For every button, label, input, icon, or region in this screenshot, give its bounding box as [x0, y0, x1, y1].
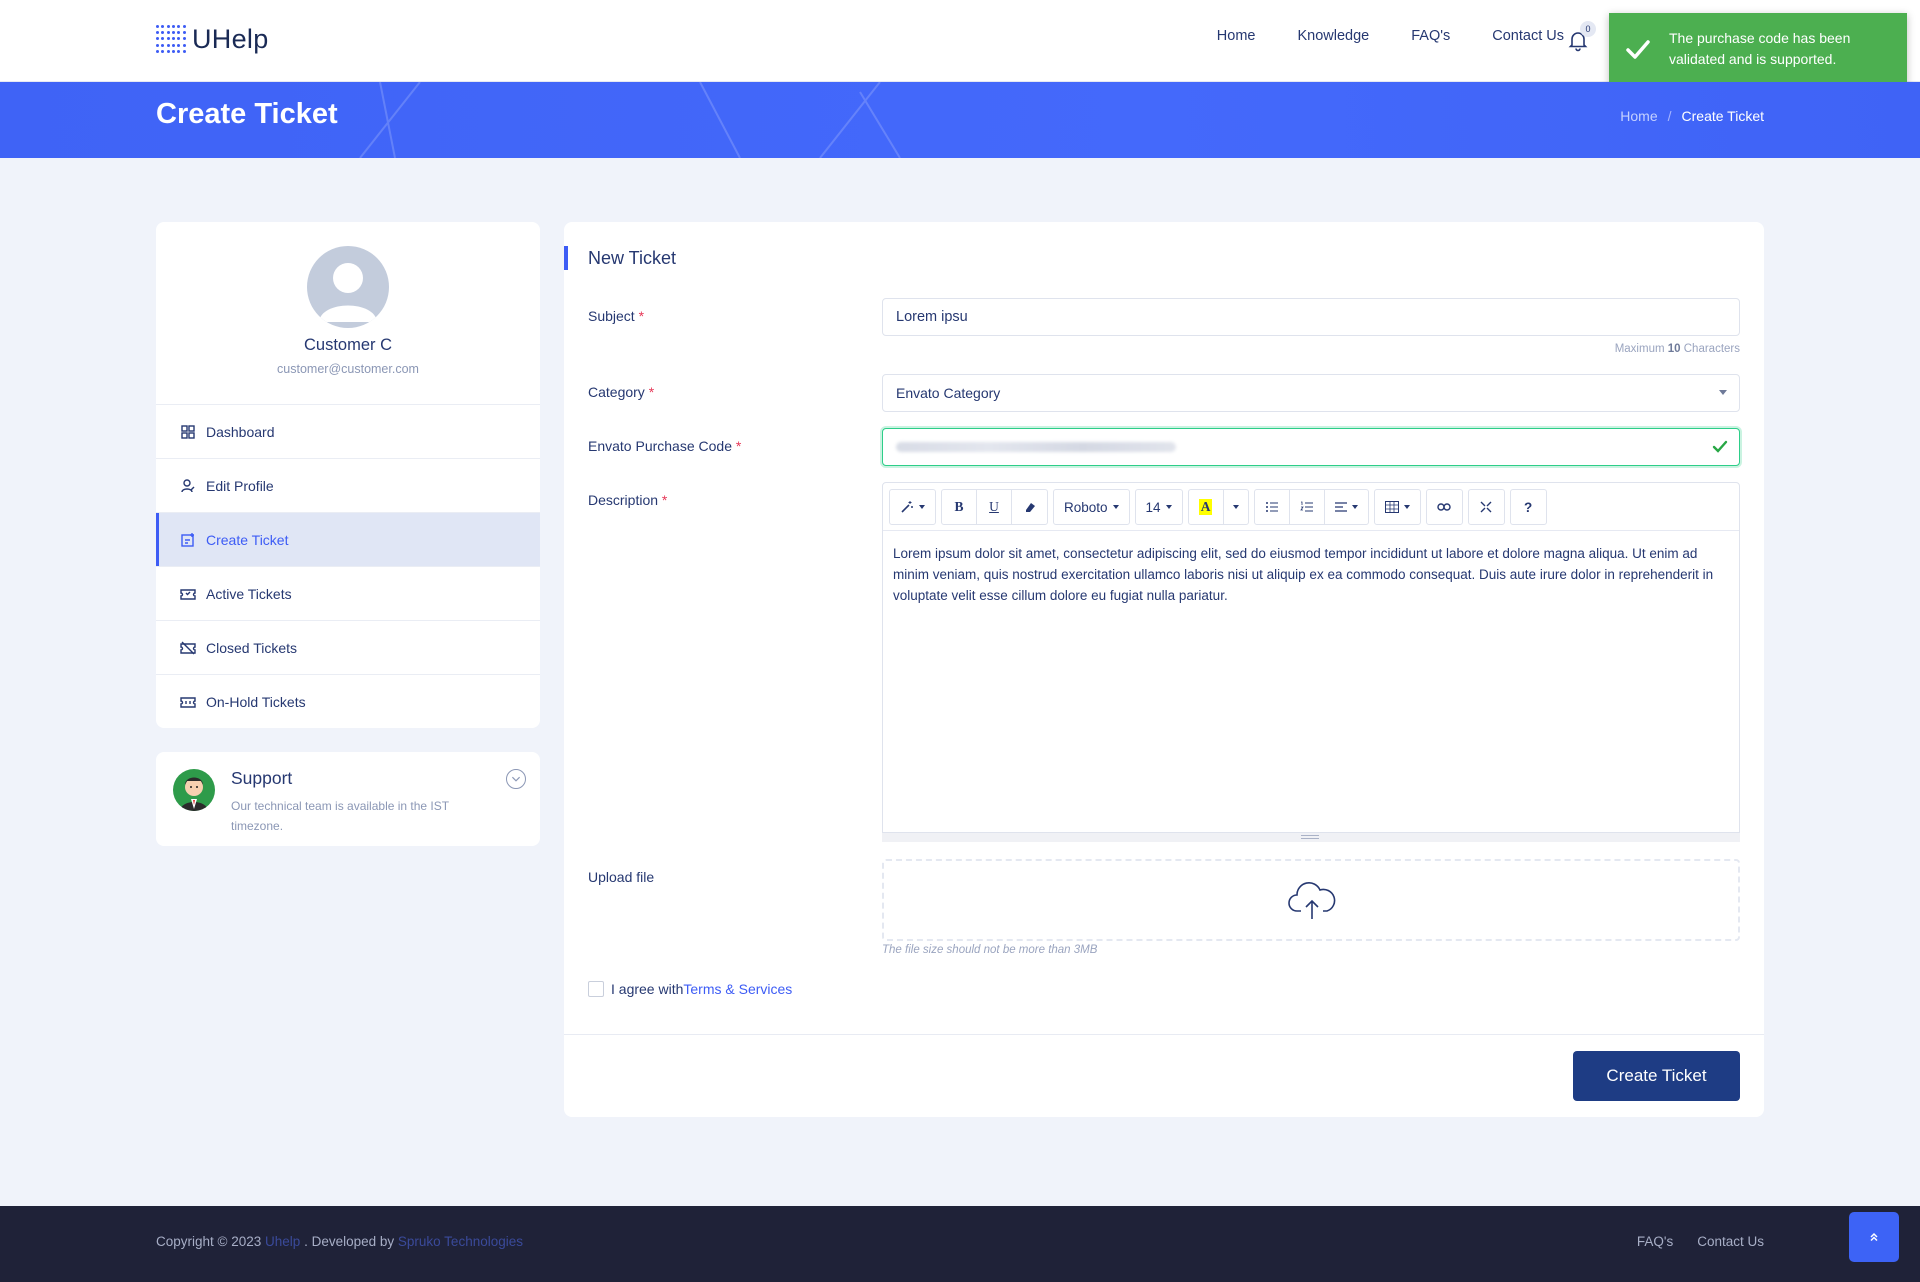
text-color-button[interactable]: A — [1189, 490, 1224, 524]
nav-home[interactable]: Home — [1217, 28, 1256, 44]
align-icon[interactable] — [1325, 490, 1368, 524]
ticket-closed-icon — [180, 641, 196, 654]
sidebar-item-dashboard[interactable]: Dashboard — [156, 404, 540, 458]
help-button[interactable]: ? — [1511, 490, 1546, 524]
cloud-upload-icon — [1288, 881, 1336, 919]
nav-knowledge[interactable]: Knowledge — [1297, 28, 1369, 44]
double-chevron-up-icon — [1870, 1232, 1878, 1242]
sidebar-item-label: Create Ticket — [206, 531, 289, 548]
upload-label: Upload file — [588, 869, 655, 885]
subject-input[interactable]: Lorem ipsu — [882, 298, 1740, 336]
card-title: New Ticket — [564, 246, 676, 270]
footer-link-faqs[interactable]: FAQ's — [1637, 1234, 1673, 1249]
text-color-icon: A — [1198, 499, 1213, 515]
sidebar-item-edit-profile[interactable]: Edit Profile — [156, 458, 540, 512]
category-label: Category * — [588, 384, 655, 400]
check-icon — [1712, 440, 1728, 453]
customer-email: customer@customer.com — [277, 362, 419, 376]
font-family-dropdown[interactable]: Roboto — [1054, 490, 1129, 524]
brand-link[interactable]: Uhelp — [265, 1234, 300, 1249]
purchase-code-input[interactable] — [882, 428, 1740, 466]
rich-text-editor[interactable]: B U Roboto 14 A ? Lorem ipsum dolor sit … — [882, 482, 1740, 842]
file-upload-dropzone[interactable] — [882, 859, 1740, 941]
check-icon — [1626, 40, 1650, 59]
magic-wand-icon[interactable] — [890, 490, 935, 524]
sidebar-item-create-ticket[interactable]: Create Ticket — [156, 512, 540, 566]
footer-links: FAQ's Contact Us — [1637, 1234, 1764, 1249]
table-icon[interactable] — [1375, 490, 1420, 524]
sidebar-item-label: Edit Profile — [206, 477, 274, 494]
eraser-icon[interactable] — [1012, 490, 1047, 524]
terms-agreement: I agree with Terms & Services — [588, 981, 792, 997]
page-footer: Copyright © 2023 Uhelp . Developed by Sp… — [0, 1206, 1920, 1282]
support-card: Support Our technical team is available … — [156, 752, 540, 846]
support-agent-avatar — [173, 769, 215, 811]
nav-links: Home Knowledge FAQ's Contact Us — [1217, 28, 1564, 44]
editor-resize-handle[interactable] — [882, 832, 1740, 842]
breadcrumb: Home / Create Ticket — [1620, 108, 1764, 124]
editor-toolbar: B U Roboto 14 A ? — [883, 483, 1739, 531]
category-select[interactable]: Envato Category — [882, 374, 1740, 412]
nav-faqs[interactable]: FAQ's — [1411, 28, 1450, 44]
numbered-list-icon[interactable] — [1290, 490, 1325, 524]
create-ticket-button[interactable]: Create Ticket — [1573, 1051, 1740, 1101]
notification-badge: 0 — [1580, 21, 1596, 37]
breadcrumb-separator: / — [1667, 108, 1672, 124]
terms-checkbox[interactable] — [588, 981, 604, 997]
subject-hint: Maximum 10 Characters — [1614, 343, 1740, 355]
developer-link[interactable]: Spruko Technologies — [398, 1234, 523, 1249]
chevron-down-icon — [1719, 390, 1727, 395]
fullscreen-icon[interactable] — [1469, 490, 1504, 524]
agree-text: I agree with — [611, 981, 684, 997]
profile-sidebar: Customer C customer@customer.com Dashboa… — [156, 222, 540, 728]
subject-label: Subject * — [588, 308, 645, 324]
ticket-icon — [180, 588, 196, 600]
bullet-list-icon[interactable] — [1255, 490, 1290, 524]
bold-button[interactable]: B — [942, 490, 977, 524]
font-size-dropdown[interactable]: 14 — [1136, 490, 1182, 524]
success-toast[interactable]: The purchase code has been validated and… — [1609, 13, 1907, 85]
sidebar-item-label: Active Tickets — [206, 585, 292, 602]
brand-name: UHelp — [192, 24, 269, 54]
link-icon[interactable] — [1427, 490, 1462, 524]
back-to-top-button[interactable] — [1849, 1212, 1899, 1262]
sidebar-item-label: On-Hold Tickets — [206, 693, 306, 710]
customer-name: Customer C — [303, 336, 393, 354]
support-description: Our technical team is available in the I… — [231, 799, 449, 833]
purchase-code-label: Envato Purchase Code * — [588, 438, 742, 454]
card-footer-divider — [564, 1034, 1764, 1035]
footer-link-contact[interactable]: Contact Us — [1697, 1234, 1764, 1249]
file-size-note: The file size should not be more than 3M… — [882, 944, 1098, 956]
support-title: Support — [231, 768, 293, 788]
masked-purchase-code — [896, 442, 1176, 452]
toast-message: The purchase code has been validated and… — [1669, 30, 1851, 67]
dashboard-icon — [181, 424, 195, 439]
sidebar-item-active-tickets[interactable]: Active Tickets — [156, 566, 540, 620]
avatar — [307, 246, 389, 328]
editor-content[interactable]: Lorem ipsum dolor sit amet, consectetur … — [893, 543, 1729, 606]
user-placeholder-icon — [319, 263, 377, 322]
description-label: Description * — [588, 492, 668, 508]
text-color-dropdown[interactable] — [1224, 490, 1248, 524]
terms-link[interactable]: Terms & Services — [683, 981, 792, 997]
ticket-hold-icon — [180, 696, 196, 708]
sidebar-menu: Dashboard Edit Profile Create Ticket Act… — [156, 404, 540, 728]
ticket-add-icon — [181, 532, 194, 547]
sidebar-item-on-hold-tickets[interactable]: On-Hold Tickets — [156, 674, 540, 728]
sidebar-item-closed-tickets[interactable]: Closed Tickets — [156, 620, 540, 674]
breadcrumb-current: Create Ticket — [1681, 108, 1764, 124]
copyright: Copyright © 2023 Uhelp . Developed by Sp… — [156, 1234, 523, 1249]
new-ticket-card: New Ticket Subject * Lorem ipsu Maximum … — [564, 222, 1764, 1117]
sidebar-item-label: Dashboard — [206, 423, 275, 440]
chevron-down-icon[interactable] — [506, 769, 526, 789]
nav-contact-us[interactable]: Contact Us — [1492, 28, 1564, 44]
underline-button[interactable]: U — [977, 490, 1012, 524]
page-title: Create Ticket — [156, 98, 338, 130]
brand-logo[interactable]: UHelp — [156, 24, 269, 55]
sidebar-item-label: Closed Tickets — [206, 639, 298, 656]
breadcrumb-home[interactable]: Home — [1620, 108, 1657, 124]
user-edit-icon — [181, 478, 195, 492]
logo-icon — [156, 24, 186, 55]
